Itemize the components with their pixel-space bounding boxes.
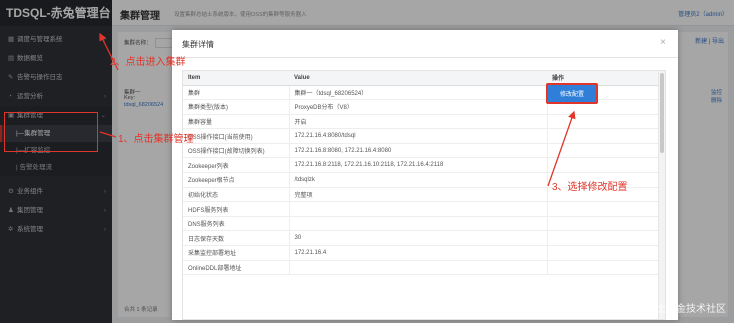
detail-value-cell: 集群一（tdsql_68206524）: [289, 85, 548, 101]
detail-value-cell: /tdsqlzk: [289, 172, 548, 188]
detail-item-cell: 集群容量: [183, 114, 290, 130]
modify-config-button[interactable]: 修改配置: [546, 83, 598, 104]
detail-item-cell: 日志保存天数: [183, 230, 290, 247]
detail-action-cell: [547, 201, 659, 217]
detail-value-cell: 开启: [289, 114, 548, 130]
watermark: @稀土掘金技术社区: [635, 304, 726, 315]
table-row: OnlineDDL部署地址: [183, 260, 659, 276]
detail-value-cell: ProxyeDB分布（V8）: [289, 99, 548, 115]
detail-action-cell: [547, 216, 659, 232]
detail-action-cell: [547, 260, 659, 276]
detail-value-cell: 172.21.16.4: [289, 245, 548, 261]
detail-item-cell: 初始化状态: [183, 187, 290, 203]
table-row: 采集监控部署地址 172.21.16.4: [183, 245, 659, 261]
close-icon[interactable]: ×: [660, 37, 666, 48]
annotation-step2: 2、点击进入集群: [110, 57, 186, 68]
detail-value-cell: 172.21.16.8:2118, 172.21.16.10:2118, 172…: [289, 157, 548, 174]
detail-value-cell: [289, 201, 548, 217]
detail-item-cell: Zookeeper列表: [183, 157, 290, 174]
detail-value-cell: [289, 260, 548, 276]
cluster-detail-modal: 集群详情 × Item Value 操作 集群 集群一（tdsql_6820652…: [172, 30, 678, 320]
annotation-step1: 1、点击集群管理: [118, 134, 194, 145]
detail-item-cell: DNS服务列表: [183, 216, 290, 232]
annotation-box-cluster-menu: [4, 112, 98, 152]
modal-header: 集群详情 ×: [172, 30, 678, 58]
detail-value-cell: [289, 216, 548, 232]
detail-item-cell: 集群类型(版本): [183, 99, 290, 115]
scrollbar-thumb[interactable]: [660, 73, 664, 153]
column-header-item: Item: [183, 71, 289, 86]
table-row: 集群容量 开启: [183, 114, 659, 130]
detail-item-cell: HDFS服务列表: [183, 201, 290, 217]
detail-value-cell: 172.21.16.8:8080, 172.21.16.4:8080: [289, 143, 548, 159]
detail-item-cell: Zookeeper根节点: [183, 172, 290, 188]
detail-item-cell: OnlineDDL部署地址: [183, 260, 290, 276]
detail-action-cell: [547, 157, 659, 174]
detail-action-cell: [547, 143, 659, 159]
table-scrollbar[interactable]: [658, 71, 665, 319]
detail-action-cell: [547, 128, 659, 144]
detail-action-cell: [547, 114, 659, 130]
detail-item-cell: 采集监控部署地址: [183, 245, 290, 261]
detail-value-cell: 30: [289, 230, 548, 247]
detail-value-cell: 172.21.16.4:8080/tdsql: [289, 128, 548, 144]
table-row: OSS操作接口(当前使用) 172.21.16.4:8080/tdsql: [183, 128, 659, 144]
detail-action-cell: [547, 245, 659, 261]
detail-table-wrap: Item Value 操作 集群 集群一（tdsql_68206524） 集群类型(…: [182, 70, 666, 320]
detail-item-cell: OSS操作接口(当前使用): [183, 128, 290, 144]
table-row: DNS服务列表: [183, 216, 659, 232]
detail-action-cell: [547, 230, 659, 247]
table-row: 日志保存天数 30: [183, 230, 659, 247]
column-header-value: Value: [289, 71, 547, 86]
annotation-step3: 3、选择修改配置: [552, 182, 628, 193]
table-row: HDFS服务列表: [183, 201, 659, 217]
detail-item-cell: OSS操作接口(故障切换列表): [183, 143, 290, 159]
detail-item-cell: 集群: [183, 85, 290, 101]
table-row: OSS操作接口(故障切换列表) 172.21.16.8:8080, 172.21.…: [183, 143, 659, 159]
table-row: Zookeeper列表 172.21.16.8:2118, 172.21.16.1…: [183, 157, 659, 174]
detail-value-cell: 完整项: [289, 187, 548, 203]
modal-title: 集群详情: [182, 40, 214, 49]
